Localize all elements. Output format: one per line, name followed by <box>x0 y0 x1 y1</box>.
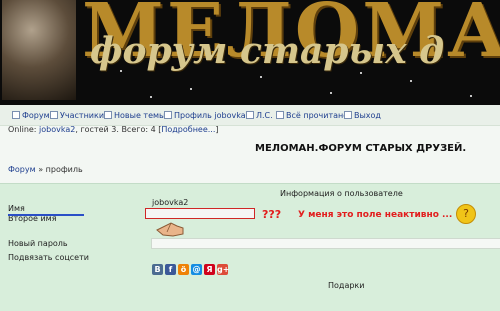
second-name-underline <box>8 214 84 216</box>
forum-title: МЕЛОМАН.ФОРУМ СТАРЫХ ДРУЗЕЙ. <box>255 143 467 154</box>
banner-star <box>410 80 412 82</box>
new-password-label: Новый пароль <box>8 239 68 248</box>
facebook-icon[interactable]: f <box>165 264 176 275</box>
online-status: Online: jobovka2, гостей 3. Всего: 4 [По… <box>8 125 219 134</box>
top-navigation: Форум Участники Новые темы Профиль jobov… <box>0 105 500 126</box>
nav-label: Л.С. <box>256 111 273 120</box>
new-password-field[interactable] <box>151 238 500 249</box>
social-connect-label: Подвязать соцсети <box>8 253 89 262</box>
banner-star <box>330 92 332 94</box>
breadcrumb: Форум » профиль <box>8 165 83 174</box>
banner-star <box>470 95 472 97</box>
name-value: jobovka2 <box>152 198 189 207</box>
nav-messages[interactable]: Л.С. <box>246 111 273 120</box>
users-icon <box>50 111 58 119</box>
nav-label: Участники <box>60 111 105 120</box>
vk-icon[interactable]: B <box>152 264 163 275</box>
name-label: Имя <box>8 204 25 213</box>
nav-label: Выход <box>354 111 381 120</box>
forum-banner: МЕЛОМА форум старых д <box>0 0 500 105</box>
dog-portrait-image <box>2 0 76 100</box>
mail-icon[interactable]: @ <box>191 264 202 275</box>
nav-mark-read[interactable]: Всё прочитано <box>276 111 348 120</box>
online-prefix: Online: <box>8 125 37 134</box>
annotation-text: У меня это поле неактивно ... <box>298 210 453 220</box>
mark-read-icon <box>276 111 284 119</box>
page-body: Форум Участники Новые темы Профиль jobov… <box>0 105 500 311</box>
odnoklassniki-icon[interactable]: ö <box>178 264 189 275</box>
messages-icon <box>246 111 254 119</box>
nav-users[interactable]: Участники <box>50 111 104 120</box>
breadcrumb-separator: » <box>38 165 44 174</box>
profile-icon <box>164 111 172 119</box>
nav-label: Новые темы <box>114 111 166 120</box>
pointing-hand-icon <box>156 222 184 237</box>
nav-logout[interactable]: Выход <box>344 111 381 120</box>
breadcrumb-home-link[interactable]: Форум <box>8 165 36 174</box>
social-icons-row: Bf ö @ Яg+ <box>152 257 230 275</box>
banner-star <box>260 76 262 78</box>
online-user-link[interactable]: jobovka2 <box>39 125 75 134</box>
annotation-marks: ??? <box>262 208 282 221</box>
second-name-field[interactable] <box>145 208 255 219</box>
yandex-icon[interactable]: Я <box>204 264 215 275</box>
breadcrumb-current: профиль <box>45 165 83 174</box>
nav-profile[interactable]: Профиль jobovka2 <box>164 111 251 120</box>
banner-subtitle: форум старых д <box>90 30 445 72</box>
google-plus-icon[interactable]: g+ <box>217 264 229 275</box>
forum-icon <box>12 111 20 119</box>
profile-panel: Информация о пользователе Имя jobovka2 В… <box>0 183 500 311</box>
gifts-label: Подарки <box>328 281 365 290</box>
nav-label: Всё прочитано <box>286 111 349 120</box>
logout-icon <box>344 111 352 119</box>
profile-panel-header: Информация о пользователе <box>280 189 403 198</box>
banner-star <box>150 96 152 98</box>
banner-star <box>190 88 192 90</box>
online-details-link[interactable]: Подробнее... <box>161 125 215 134</box>
nav-label: Форум <box>22 111 50 120</box>
online-counts: , гостей 3. Всего: 4 [ <box>75 125 162 134</box>
online-close-bracket: ] <box>215 125 219 134</box>
confused-smiley-icon: ? <box>456 204 476 224</box>
new-topics-icon <box>104 111 112 119</box>
nav-label: Профиль jobovka2 <box>174 111 251 120</box>
nav-new-topics[interactable]: Новые темы <box>104 111 165 120</box>
nav-forum[interactable]: Форум <box>12 111 50 120</box>
